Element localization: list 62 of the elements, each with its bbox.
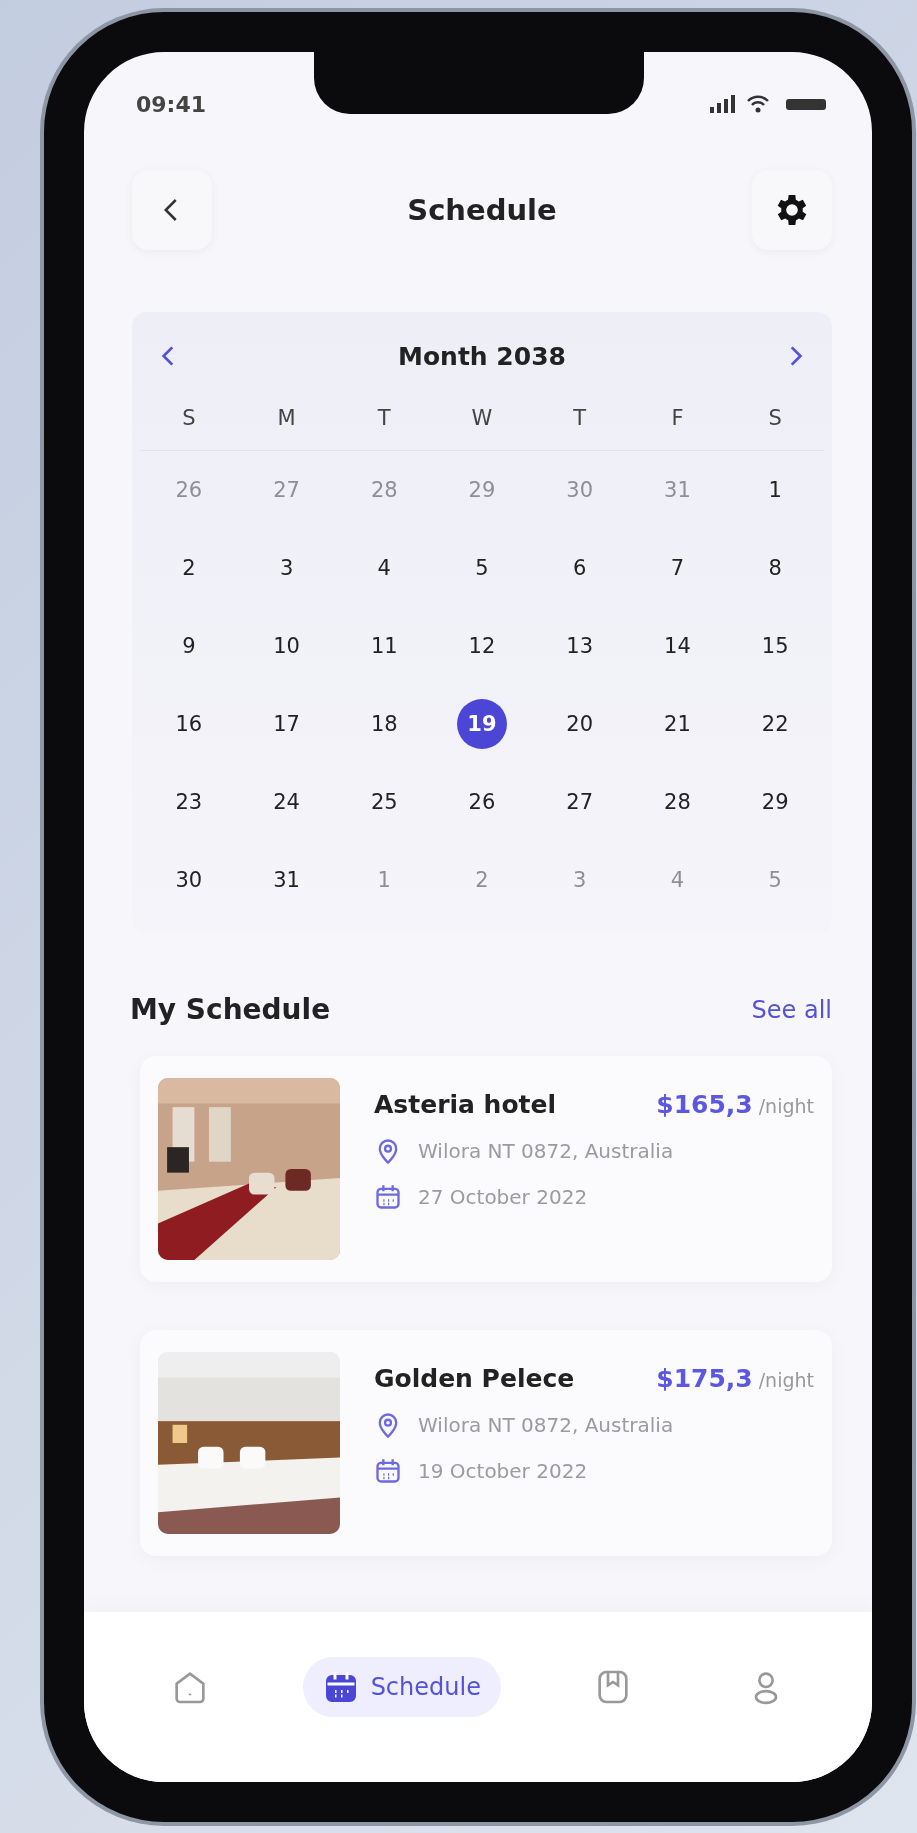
nav-tab[interactable]: Schedule [302,1657,501,1717]
stay-date: 19 October 2022 [418,1459,588,1483]
calendar-day[interactable]: 31 [261,855,312,905]
price-unit: /night [758,1369,814,1391]
calendar-day[interactable]: 7 [652,543,703,593]
weekday-label: S [140,384,238,451]
schedule-card[interactable]: Asteria hotel $165,3 /night Wilora NT 0872, Australia 27 October 2022 [140,1056,832,1282]
weekday-label: W [433,384,531,451]
calendar-day[interactable]: 21 [652,699,703,749]
page-title: Schedule [407,193,557,227]
calendar-day[interactable]: 29 [750,777,801,827]
weekday-label: F [628,384,727,451]
hotel-location: Wilora NT 0872, Australia [418,1139,674,1163]
calendar-day[interactable]: 11 [359,621,410,671]
calendar-icon [374,1457,402,1485]
hotel-name: Asteria hotel [374,1090,557,1119]
calendar-day[interactable]: 14 [652,621,703,671]
calendar-day[interactable]: 17 [261,699,312,749]
calendar-day[interactable]: 15 [750,621,801,671]
calendar-day[interactable]: 6 [554,543,605,593]
section-title: My Schedule [130,993,331,1026]
calendar-day[interactable]: 27 [554,777,605,827]
settings-button[interactable] [752,170,832,250]
calendar-day[interactable]: 5 [457,543,507,593]
calendar-day[interactable]: 16 [163,699,214,749]
weekday-label: T [335,384,434,451]
calendar-day[interactable]: 22 [750,699,801,749]
calendar-day[interactable]: 23 [163,777,214,827]
calendar-day[interactable]: 8 [750,543,801,593]
hotel-name: Golden Pelece [374,1364,575,1393]
calendar-day[interactable]: 28 [652,777,703,827]
battery-icon [786,99,826,110]
calendar-day[interactable]: 20 [554,699,605,749]
calendar-day[interactable]: 26 [457,777,507,827]
calendar-day[interactable]: 4 [359,543,410,593]
hotel-location: Wilora NT 0872, Australia [418,1413,674,1437]
calendar-icon [374,1183,402,1211]
calendar-day[interactable]: 12 [457,621,507,671]
status-time: 09:41 [136,91,207,117]
calendar-day[interactable]: 3 [261,543,312,593]
weekday-label: M [237,384,336,451]
calendar-day[interactable]: 2 [163,543,214,593]
calendar-day[interactable]: 24 [261,777,312,827]
calendar-day[interactable]: 25 [359,777,410,827]
schedule-card[interactable]: Golden Pelece $175,3 /night Wilora NT 0872, Australia 19 October 2022 [140,1330,832,1556]
month-title: Month 2038 [398,341,566,371]
calendar-day[interactable]: 19 [457,699,507,749]
calendar-day[interactable]: 13 [554,621,605,671]
price-unit: /night [758,1095,814,1117]
weekday-label: T [530,384,629,451]
hotel-price: $165,3 [656,1090,753,1119]
signal-icon [710,95,735,113]
calendar-day[interactable]: 1 [750,465,801,515]
hotel-price: $175,3 [656,1364,753,1393]
calendar-day[interactable]: 30 [163,855,214,905]
calendar-day[interactable]: 9 [163,621,214,671]
see-all-link[interactable]: See all [751,995,832,1024]
weekday-label: S [726,384,824,451]
calendar-day[interactable]: 18 [359,699,410,749]
wifi-icon [746,95,770,113]
calendar-day[interactable]: 10 [261,621,312,671]
stay-date: 27 October 2022 [418,1185,588,1209]
